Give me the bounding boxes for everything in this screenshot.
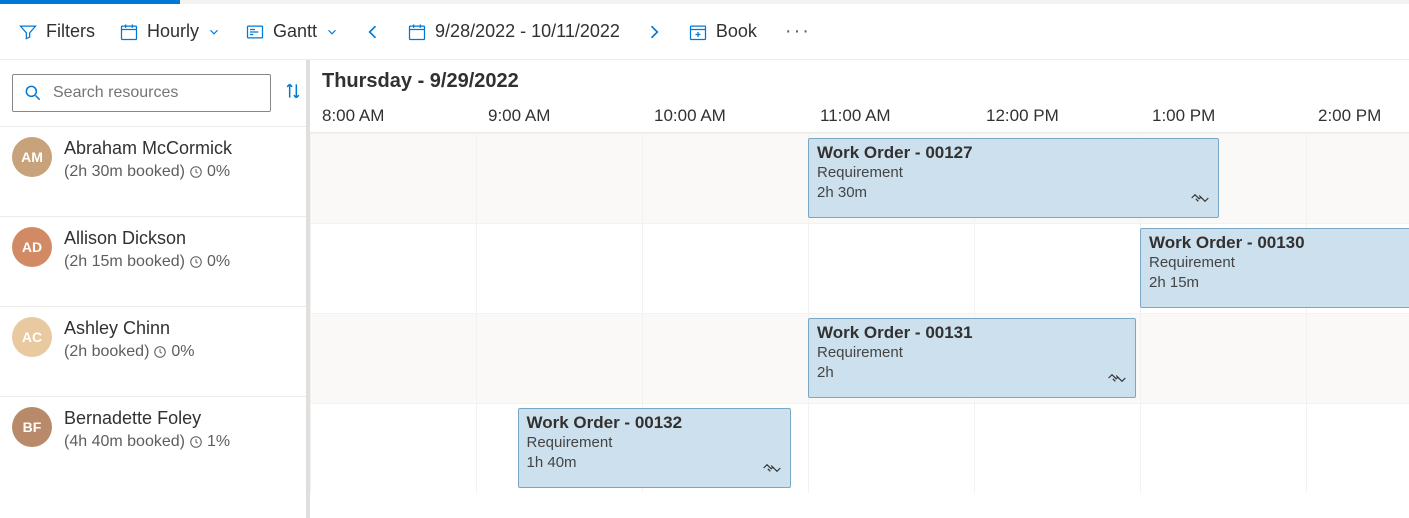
- chevron-right-icon: [644, 22, 664, 42]
- view-mode-dropdown[interactable]: Hourly: [119, 21, 221, 42]
- booking-card[interactable]: Work Order - 00130 Requirement 2h 15m: [1140, 228, 1409, 308]
- calendar-add-icon: [688, 22, 708, 42]
- filters-button[interactable]: Filters: [18, 21, 95, 42]
- calendar-icon: [407, 22, 427, 42]
- clock-icon: [189, 255, 203, 269]
- booking-subtitle: Requirement: [817, 343, 1127, 363]
- date-range-label: 9/28/2022 - 10/11/2022: [435, 21, 620, 42]
- book-button[interactable]: Book: [688, 21, 757, 42]
- resource-name: Ashley Chinn: [64, 317, 195, 339]
- resource-row[interactable]: AD Allison Dickson (2h 15m booked) 0%: [0, 216, 306, 306]
- chevron-down-icon: [207, 25, 221, 39]
- search-input[interactable]: [53, 84, 260, 102]
- resource-panel: AM Abraham McCormick (2h 30m booked) 0% …: [0, 60, 310, 518]
- resource-row[interactable]: AM Abraham McCormick (2h 30m booked) 0%: [0, 126, 306, 216]
- avatar: AC: [12, 317, 52, 357]
- chevron-left-icon: [363, 22, 383, 42]
- resource-meta: (2h 30m booked) 0%: [64, 163, 232, 181]
- filters-label: Filters: [46, 21, 95, 42]
- next-button[interactable]: [644, 22, 664, 42]
- booking-card[interactable]: Work Order - 00131 Requirement 2h: [808, 318, 1136, 398]
- avatar: AD: [12, 227, 52, 267]
- resource-meta: (2h booked) 0%: [64, 343, 195, 361]
- date-range-picker[interactable]: 9/28/2022 - 10/11/2022: [407, 21, 620, 42]
- handshake-icon: [1107, 368, 1127, 391]
- resource-meta: (4h 40m booked) 1%: [64, 433, 230, 451]
- chevron-down-icon: [325, 25, 339, 39]
- booking-title: Work Order - 00130: [1149, 233, 1409, 253]
- clock-icon: [189, 165, 203, 179]
- toolbar: Filters Hourly Gantt 9/28/2022 - 10/11/2…: [0, 4, 1409, 60]
- time-slot: 2:00 PM: [1306, 106, 1409, 126]
- booking-duration: 1h 40m: [527, 453, 782, 473]
- booking-duration: 2h 15m: [1149, 273, 1409, 293]
- more-menu[interactable]: ···: [781, 20, 815, 43]
- resource-meta: (2h 15m booked) 0%: [64, 253, 230, 271]
- resource-name: Abraham McCormick: [64, 137, 232, 159]
- avatar: BF: [12, 407, 52, 447]
- time-slot: 1:00 PM: [1140, 106, 1306, 126]
- handshake-icon: [762, 458, 782, 481]
- date-header: Thursday - 9/29/2022: [310, 60, 1409, 93]
- time-slot: 10:00 AM: [642, 106, 808, 126]
- clock-icon: [189, 435, 203, 449]
- resource-row[interactable]: BF Bernadette Foley (4h 40m booked) 1%: [0, 396, 306, 486]
- calendar-range-icon: [119, 22, 139, 42]
- booking-subtitle: Requirement: [1149, 253, 1409, 273]
- search-input-wrap[interactable]: [12, 74, 271, 112]
- booking-duration: 2h 30m: [817, 183, 1210, 203]
- booking-title: Work Order - 00131: [817, 323, 1127, 343]
- search-icon: [23, 83, 43, 103]
- resource-row[interactable]: AC Ashley Chinn (2h booked) 0%: [0, 306, 306, 396]
- time-slot: 9:00 AM: [476, 106, 642, 126]
- avatar: AM: [12, 137, 52, 177]
- layout-dropdown[interactable]: Gantt: [245, 21, 339, 42]
- booking-duration: 2h: [817, 363, 1127, 383]
- booking-title: Work Order - 00127: [817, 143, 1210, 163]
- sort-button[interactable]: [283, 81, 303, 105]
- view-mode-label: Hourly: [147, 21, 199, 42]
- schedule-board: Thursday - 9/29/2022 8:00 AM9:00 AM10:00…: [310, 60, 1409, 518]
- booking-subtitle: Requirement: [527, 433, 782, 453]
- time-slot: 11:00 AM: [808, 106, 974, 126]
- schedule-row[interactable]: Work Order - 00130 Requirement 2h 15m: [310, 223, 1409, 313]
- time-slot: 12:00 PM: [974, 106, 1140, 126]
- handshake-icon: [1190, 188, 1210, 211]
- clock-icon: [153, 345, 167, 359]
- prev-button[interactable]: [363, 22, 383, 42]
- time-slot: 8:00 AM: [310, 106, 476, 126]
- booking-title: Work Order - 00132: [527, 413, 782, 433]
- book-label: Book: [716, 21, 757, 42]
- layout-label: Gantt: [273, 21, 317, 42]
- schedule-row[interactable]: Work Order - 00127 Requirement 2h 30m: [310, 133, 1409, 223]
- schedule-row[interactable]: Work Order - 00131 Requirement 2h: [310, 313, 1409, 403]
- booking-card[interactable]: Work Order - 00132 Requirement 1h 40m: [518, 408, 791, 488]
- filter-icon: [18, 22, 38, 42]
- schedule-row[interactable]: Work Order - 00132 Requirement 1h 40m: [310, 403, 1409, 493]
- gantt-icon: [245, 22, 265, 42]
- resource-name: Bernadette Foley: [64, 407, 230, 429]
- time-header: 8:00 AM9:00 AM10:00 AM11:00 AM12:00 PM1:…: [310, 93, 1409, 133]
- resource-name: Allison Dickson: [64, 227, 230, 249]
- booking-card[interactable]: Work Order - 00127 Requirement 2h 30m: [808, 138, 1219, 218]
- booking-subtitle: Requirement: [817, 163, 1210, 183]
